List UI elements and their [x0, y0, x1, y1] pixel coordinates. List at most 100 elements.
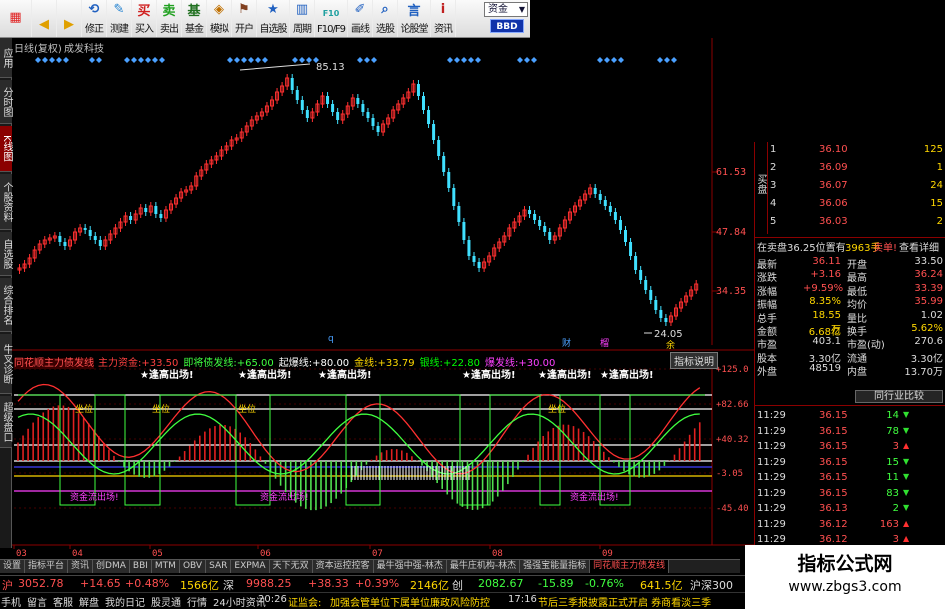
indicator-tab-14[interactable]: 强强宝能量指标: [520, 560, 591, 573]
toolbar-button-10[interactable]: ⚑ 开户: [232, 0, 257, 37]
fund-dropdown[interactable]: 资金 ▼: [484, 2, 528, 17]
toolbar-button-12[interactable]: ▥ 周期: [290, 0, 315, 37]
fund-out-label: 资金流出场!: [70, 491, 119, 503]
index-change-sh: +14.65: [80, 577, 121, 590]
candle-body: [664, 318, 668, 322]
indicator-tab-10[interactable]: 天下无双: [269, 560, 313, 573]
bid-price: 36.06: [819, 198, 848, 209]
status-link-7[interactable]: 行情: [187, 594, 207, 609]
bid-row: 2 36.09 1: [755, 161, 945, 176]
event-marker: q: [328, 334, 334, 344]
indicator-tab-8[interactable]: SAR: [206, 560, 232, 573]
indicator-tab-5[interactable]: BBI: [129, 560, 152, 573]
time-tick-label: 03: [16, 549, 27, 559]
indicator-tab-3[interactable]: 资讯: [68, 560, 94, 573]
candle-body: [63, 242, 67, 246]
diamond-marker: [262, 57, 268, 63]
indicator-tab-12[interactable]: 最牛强中强-林杰: [373, 560, 447, 573]
industry-compare-button[interactable]: 同行业比较: [855, 390, 943, 403]
side-tab-1[interactable]: 应用: [0, 38, 12, 78]
indicator-tab-4[interactable]: 创DMA: [93, 560, 130, 573]
indicator-tab-2[interactable]: 指标平台: [25, 560, 69, 573]
indicator-tab-7[interactable]: OBV: [179, 560, 207, 573]
quote-value: 403.1: [812, 336, 841, 348]
bid-volume: 15: [930, 198, 943, 209]
news-headline[interactable]: 加强会管单位下属单位廉政风险防控: [330, 594, 490, 609]
bid-level: 3: [770, 180, 777, 191]
status-link-6[interactable]: 股灵通: [151, 594, 181, 609]
toolbar-button-13[interactable]: F10 F10/F9: [315, 0, 348, 37]
bid-volume: 1: [936, 162, 943, 173]
toolbar-button-16[interactable]: 言论股堂: [398, 0, 431, 37]
indicator-tab-11[interactable]: 资本运控控客: [312, 560, 374, 573]
candle-body: [123, 215, 128, 223]
candle-body: [163, 209, 168, 219]
tick-time: 11:29: [757, 441, 786, 452]
candle-body: [649, 290, 653, 300]
toolbar-button-label: 基金: [185, 24, 204, 35]
toolbar-button-7[interactable]: 卖卖出: [157, 0, 182, 37]
candle-body: [194, 175, 199, 187]
side-tab-6[interactable]: 综合排名: [0, 278, 12, 332]
tick-volume: 14: [886, 410, 899, 421]
commission-detail-link[interactable]: 查看详细: [899, 239, 939, 254]
quote-panel: 买盘 1 36.10 125 2 36.09 1 3 36.07 24 4 36.06 15 5 36.03…: [754, 142, 945, 548]
toolbar-button-5[interactable]: ✎ 测建: [107, 0, 132, 37]
toolbar-button-3[interactable]: ▶: [57, 0, 82, 37]
diamond-marker: [248, 57, 254, 63]
toolbar-button-6[interactable]: 买买入: [132, 0, 157, 37]
indicator-help-button[interactable]: 指标说明: [670, 352, 718, 369]
exit-signal-label: ★逢高出场!: [140, 368, 194, 381]
toolbar-button-14[interactable]: ✐ 画线: [348, 0, 373, 37]
toolbar-button-11[interactable]: ★ 自选股: [257, 0, 290, 37]
candle-body: [148, 205, 153, 213]
tick-volume: 78: [886, 425, 899, 437]
toolbar-button-9[interactable]: ◈ 模拟: [207, 0, 232, 37]
candle-body: [366, 112, 370, 118]
side-tab-8[interactable]: 超级盘口: [0, 396, 12, 448]
candle-body: [83, 228, 87, 230]
toolbar-button-4[interactable]: ⟲ 修正: [82, 0, 107, 37]
status-link-3[interactable]: 客服: [53, 594, 73, 609]
toolbar-button-1[interactable]: ▦: [0, 0, 32, 37]
indicator-tab-6[interactable]: MTM: [151, 560, 180, 573]
toolbar-button-17[interactable]: i 资讯: [431, 0, 456, 37]
side-tab-2[interactable]: 分时图: [0, 80, 12, 124]
quote-value: 8.35%: [809, 296, 841, 308]
candle-body: [58, 236, 62, 242]
status-link-5[interactable]: 我的日记: [105, 594, 145, 609]
index-value-cy: 2082.67: [478, 577, 524, 590]
indicator-tab-13[interactable]: 最牛庄机构-林杰: [446, 560, 521, 573]
status-link-4[interactable]: 解盘: [79, 594, 99, 609]
fund-out-label: 资金流出场!: [260, 491, 309, 503]
main-fund-line: [17, 383, 701, 475]
indicator-tab-15[interactable]: 同花顺主力债发线: [590, 560, 670, 573]
event-marker: 余: [666, 339, 675, 351]
bbd-button[interactable]: BBD: [490, 19, 524, 33]
status-link-2[interactable]: 留言: [27, 594, 47, 609]
indicator-tab-1[interactable]: 设置: [0, 560, 26, 573]
status-link-1[interactable]: 手机: [1, 594, 21, 609]
candle-body: [507, 227, 512, 237]
quote-value: 33.50: [914, 256, 943, 267]
index-label-hs300: 沪深300: [690, 579, 733, 592]
candle-body: [502, 235, 507, 243]
candle-body: [17, 267, 22, 271]
news-time: 20:26: [258, 594, 287, 605]
legend-label: 即将债发线:: [183, 358, 237, 369]
toolbar-button-8[interactable]: 基基金: [182, 0, 207, 37]
side-tab-7[interactable]: 牛叉诊断: [0, 334, 12, 394]
indicator-tab-9[interactable]: EXPMA: [231, 560, 270, 573]
side-tab-4[interactable]: 个股资料: [0, 174, 12, 230]
news-headline[interactable]: 节后三季报披露正式开启 券商看淡三季: [538, 594, 711, 609]
candle-body: [598, 194, 602, 200]
tick-price: 36.15: [819, 441, 848, 452]
side-tab-3[interactable]: K线图: [0, 126, 12, 172]
bid-row: 3 36.07 24: [755, 179, 945, 194]
toolbar-button-15[interactable]: ⌕ 选股: [373, 0, 398, 37]
index-change-cy: -15.89: [538, 577, 574, 590]
candle-body: [93, 236, 97, 240]
toolbar-background: [530, 0, 945, 38]
toolbar-button-2[interactable]: ◀: [32, 0, 57, 37]
side-tab-5[interactable]: 自选股: [0, 232, 12, 276]
